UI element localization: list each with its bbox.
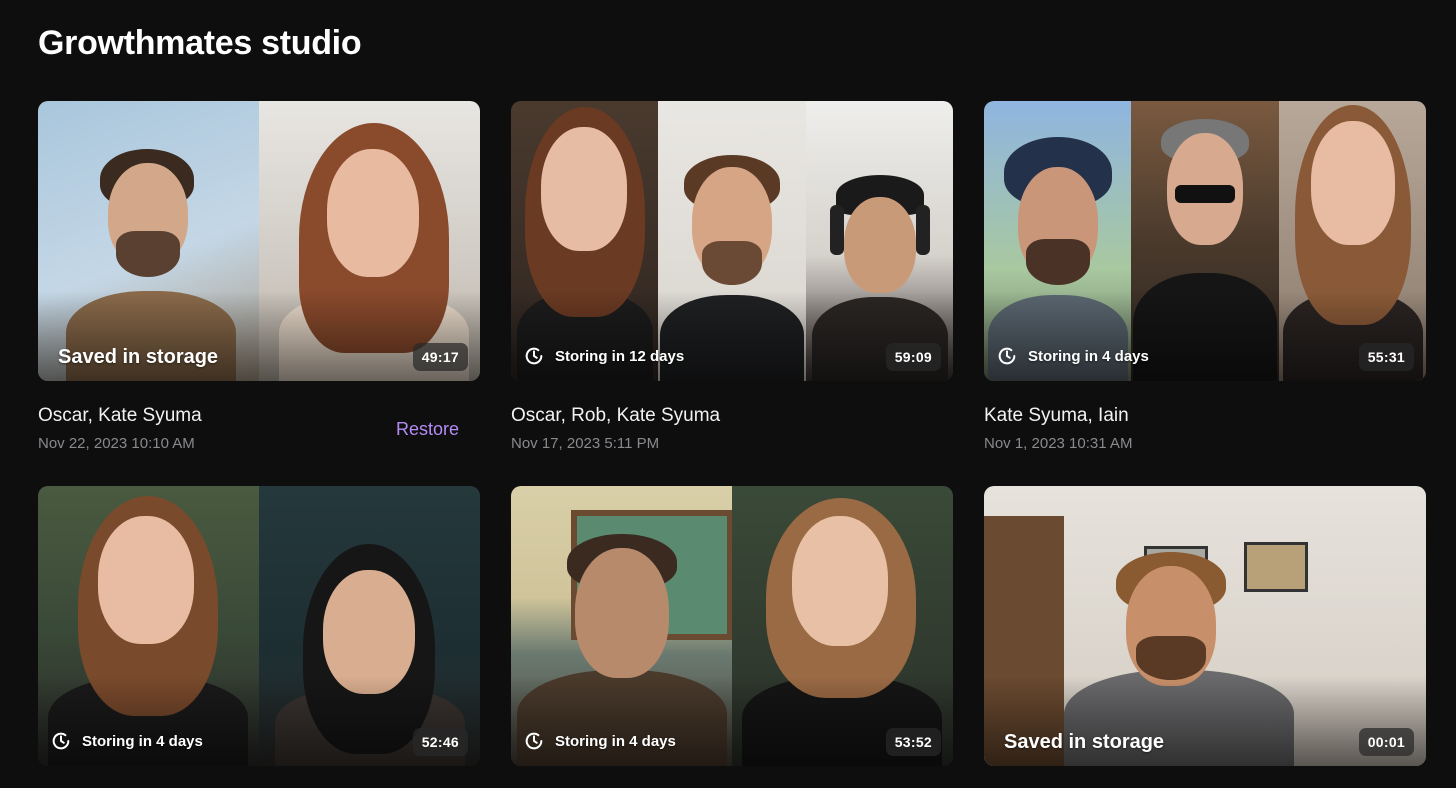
status-label: Storing in 4 days: [82, 732, 203, 750]
participants-label: Kate Syuma, Iain: [984, 405, 1129, 426]
restore-button[interactable]: Restore: [396, 419, 459, 440]
recording-meta: Oscar, Kate Syuma Nov 22, 2023 10:10 AM …: [38, 381, 480, 467]
participant-video: [511, 101, 659, 381]
studio-page: Growthmates studio Saved in storage 49:1…: [0, 0, 1456, 788]
status-label: Storing in 4 days: [555, 732, 676, 750]
storage-status: Storing in 12 days: [523, 345, 684, 367]
participant-video: [984, 101, 1132, 381]
recording-card[interactable]: Saved in storage 49:17 Oscar, Kate Syuma…: [38, 101, 480, 467]
recording-card[interactable]: Storing in 4 days 53:52: [511, 486, 953, 766]
participant-video: [38, 101, 259, 381]
clock-refresh-icon: [525, 732, 543, 750]
recordings-grid: Saved in storage 49:17 Oscar, Kate Syuma…: [38, 101, 1426, 788]
clock-refresh-icon: [52, 732, 70, 750]
duration-badge: 00:01: [1358, 728, 1414, 756]
duration-badge: 53:52: [885, 728, 941, 756]
storage-status: Saved in storage: [58, 346, 218, 369]
clock-refresh-icon: [525, 347, 543, 365]
storage-status: Saved in storage: [1004, 731, 1164, 754]
status-label: Storing in 12 days: [555, 347, 685, 365]
participant-video: [38, 486, 259, 766]
duration-badge: 59:09: [885, 343, 941, 371]
participant-video: [1131, 101, 1279, 381]
recording-date: Nov 17, 2023 5:11 PM: [511, 435, 660, 452]
status-label: Saved in storage: [1004, 731, 1165, 753]
storage-status: Storing in 4 days: [996, 345, 1149, 367]
duration-badge: 52:46: [412, 728, 468, 756]
participant-video: [259, 486, 480, 766]
recording-date: Nov 1, 2023 10:31 AM: [984, 435, 1133, 452]
participants-label: Oscar, Rob, Kate Syuma: [511, 405, 721, 426]
participant-video: [259, 101, 480, 381]
recording-card[interactable]: Storing in 4 days 52:46: [38, 486, 480, 766]
participants-label: Oscar, Kate Syuma: [38, 405, 202, 426]
status-label: Saved in storage: [58, 346, 219, 368]
recording-thumbnail[interactable]: Storing in 4 days 53:52: [511, 486, 953, 766]
recording-card[interactable]: Saved in storage 00:01: [984, 486, 1426, 766]
participant-video: [984, 486, 1426, 766]
recording-thumbnail[interactable]: Saved in storage 00:01: [984, 486, 1426, 766]
storage-status: Storing in 4 days: [523, 730, 676, 752]
participant-video: [1278, 101, 1426, 381]
recording-thumbnail[interactable]: Storing in 4 days 55:31: [984, 101, 1426, 381]
recording-date: Nov 22, 2023 10:10 AM: [38, 435, 195, 452]
recording-thumbnail[interactable]: Saved in storage 49:17: [38, 101, 480, 381]
duration-badge: 49:17: [412, 343, 468, 371]
recording-thumbnail[interactable]: Storing in 4 days 52:46: [38, 486, 480, 766]
storage-status: Storing in 4 days: [50, 730, 203, 752]
recording-meta: Oscar, Rob, Kate Syuma Nov 17, 2023 5:11…: [511, 381, 953, 467]
recording-meta: Kate Syuma, Iain Nov 1, 2023 10:31 AM: [984, 381, 1426, 467]
participant-video: [658, 101, 806, 381]
clock-refresh-icon: [998, 347, 1016, 365]
recording-thumbnail[interactable]: Storing in 12 days 59:09: [511, 101, 953, 381]
recording-card[interactable]: Storing in 4 days 55:31 Kate Syuma, Iain…: [984, 101, 1426, 467]
status-label: Storing in 4 days: [1028, 347, 1149, 365]
page-title: Growthmates studio: [38, 24, 362, 62]
participant-video: [732, 486, 953, 766]
participant-video: [805, 101, 953, 381]
duration-badge: 55:31: [1358, 343, 1414, 371]
participant-video: [511, 486, 732, 766]
recording-card[interactable]: Storing in 12 days 59:09 Oscar, Rob, Kat…: [511, 101, 953, 467]
